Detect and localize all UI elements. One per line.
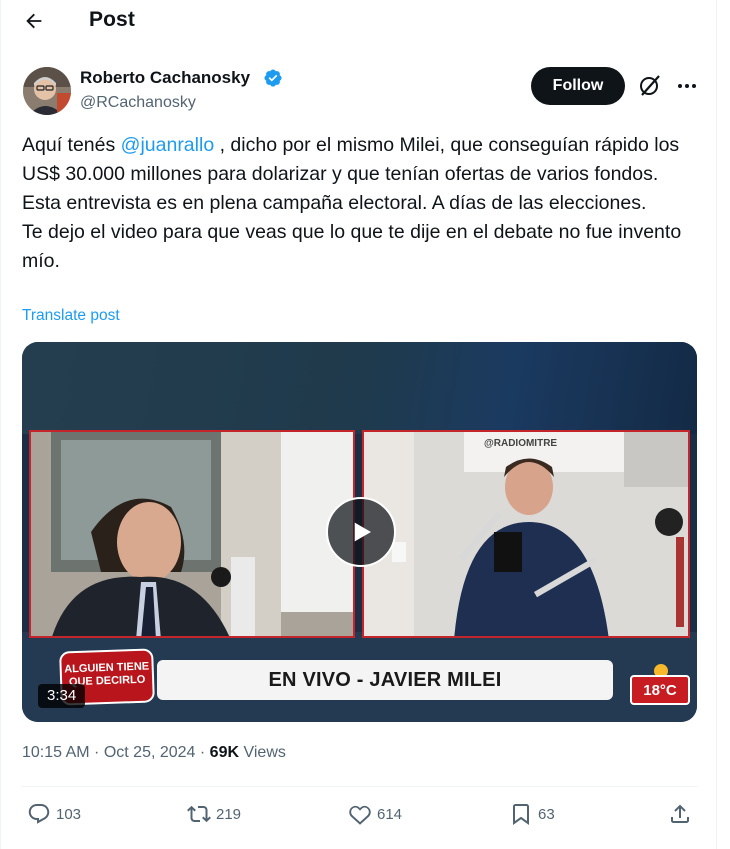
views-label: Views (239, 744, 286, 761)
like-count: 614 (377, 805, 403, 823)
reply-icon (28, 804, 50, 824)
post-meta: 10:15 AM · Oct 25, 2024 · 69K Views (22, 744, 286, 762)
video-panel-right: @RADIOMITRE (362, 430, 690, 638)
play-button[interactable] (326, 497, 396, 567)
page-title: Post (89, 8, 135, 31)
more-icon (678, 84, 696, 88)
arrow-left-icon (26, 13, 42, 29)
bookmark-count: 63 (538, 805, 555, 823)
video-player[interactable]: @RADIOMITRE ALGUIEN TIENE QUE DECIRLO EN… (22, 342, 697, 722)
bookmark-icon (513, 804, 529, 825)
grok-icon (640, 75, 660, 96)
post-date[interactable]: Oct 25, 2024 (104, 744, 196, 761)
mention-link[interactable]: @juanrallo (121, 134, 215, 156)
avatar[interactable] (23, 67, 71, 115)
like-button[interactable]: 614 (348, 796, 402, 832)
watermark: @RADIOMITRE (484, 438, 558, 449)
repost-button[interactable]: 219 (187, 796, 241, 832)
post-text-part: Aquí tenés (22, 134, 121, 156)
heart-icon (349, 805, 371, 825)
translate-post-link[interactable]: Translate post (22, 307, 120, 325)
repost-icon (187, 805, 211, 823)
lower-third-caption: EN VIVO - JAVIER MILEI (157, 660, 613, 700)
action-bar: 103 219 614 63 (1, 796, 717, 836)
more-button[interactable] (673, 73, 701, 99)
post-time[interactable]: 10:15 AM (22, 744, 90, 761)
meta-separator: · (195, 744, 210, 761)
video-duration: 3:34 (38, 684, 86, 708)
verified-badge-icon (264, 69, 282, 87)
author-handle[interactable]: @RCachanosky (80, 94, 196, 112)
post-text-line: Te dejo el video para que veas que lo qu… (22, 221, 682, 272)
author-name[interactable]: Roberto Cachanosky (80, 68, 250, 88)
share-icon (671, 804, 689, 823)
reply-button[interactable]: 103 (27, 796, 81, 832)
back-button[interactable] (17, 6, 51, 36)
follow-button[interactable]: Follow (531, 67, 625, 105)
views-count: 69K (209, 744, 240, 761)
header: Post (1, 0, 717, 42)
temperature-badge: 18°C (630, 675, 690, 705)
bookmark-button[interactable]: 63 (509, 796, 555, 832)
post-container: Post Roberto Cachanosky @RCachanosky Fol… (0, 0, 717, 849)
play-icon (354, 522, 371, 542)
video-background (22, 342, 697, 434)
reply-count: 103 (56, 805, 82, 823)
post-text: Aquí tenés @juanrallo , dicho por el mis… (22, 131, 702, 276)
repost-count: 219 (216, 805, 242, 823)
grok-button[interactable] (637, 73, 663, 99)
share-button[interactable] (668, 796, 697, 832)
video-panel-left (29, 430, 355, 638)
meta-separator: · (89, 744, 104, 761)
divider (22, 786, 697, 787)
post-text-line: Esta entrevista es en plena campaña elec… (22, 192, 647, 214)
